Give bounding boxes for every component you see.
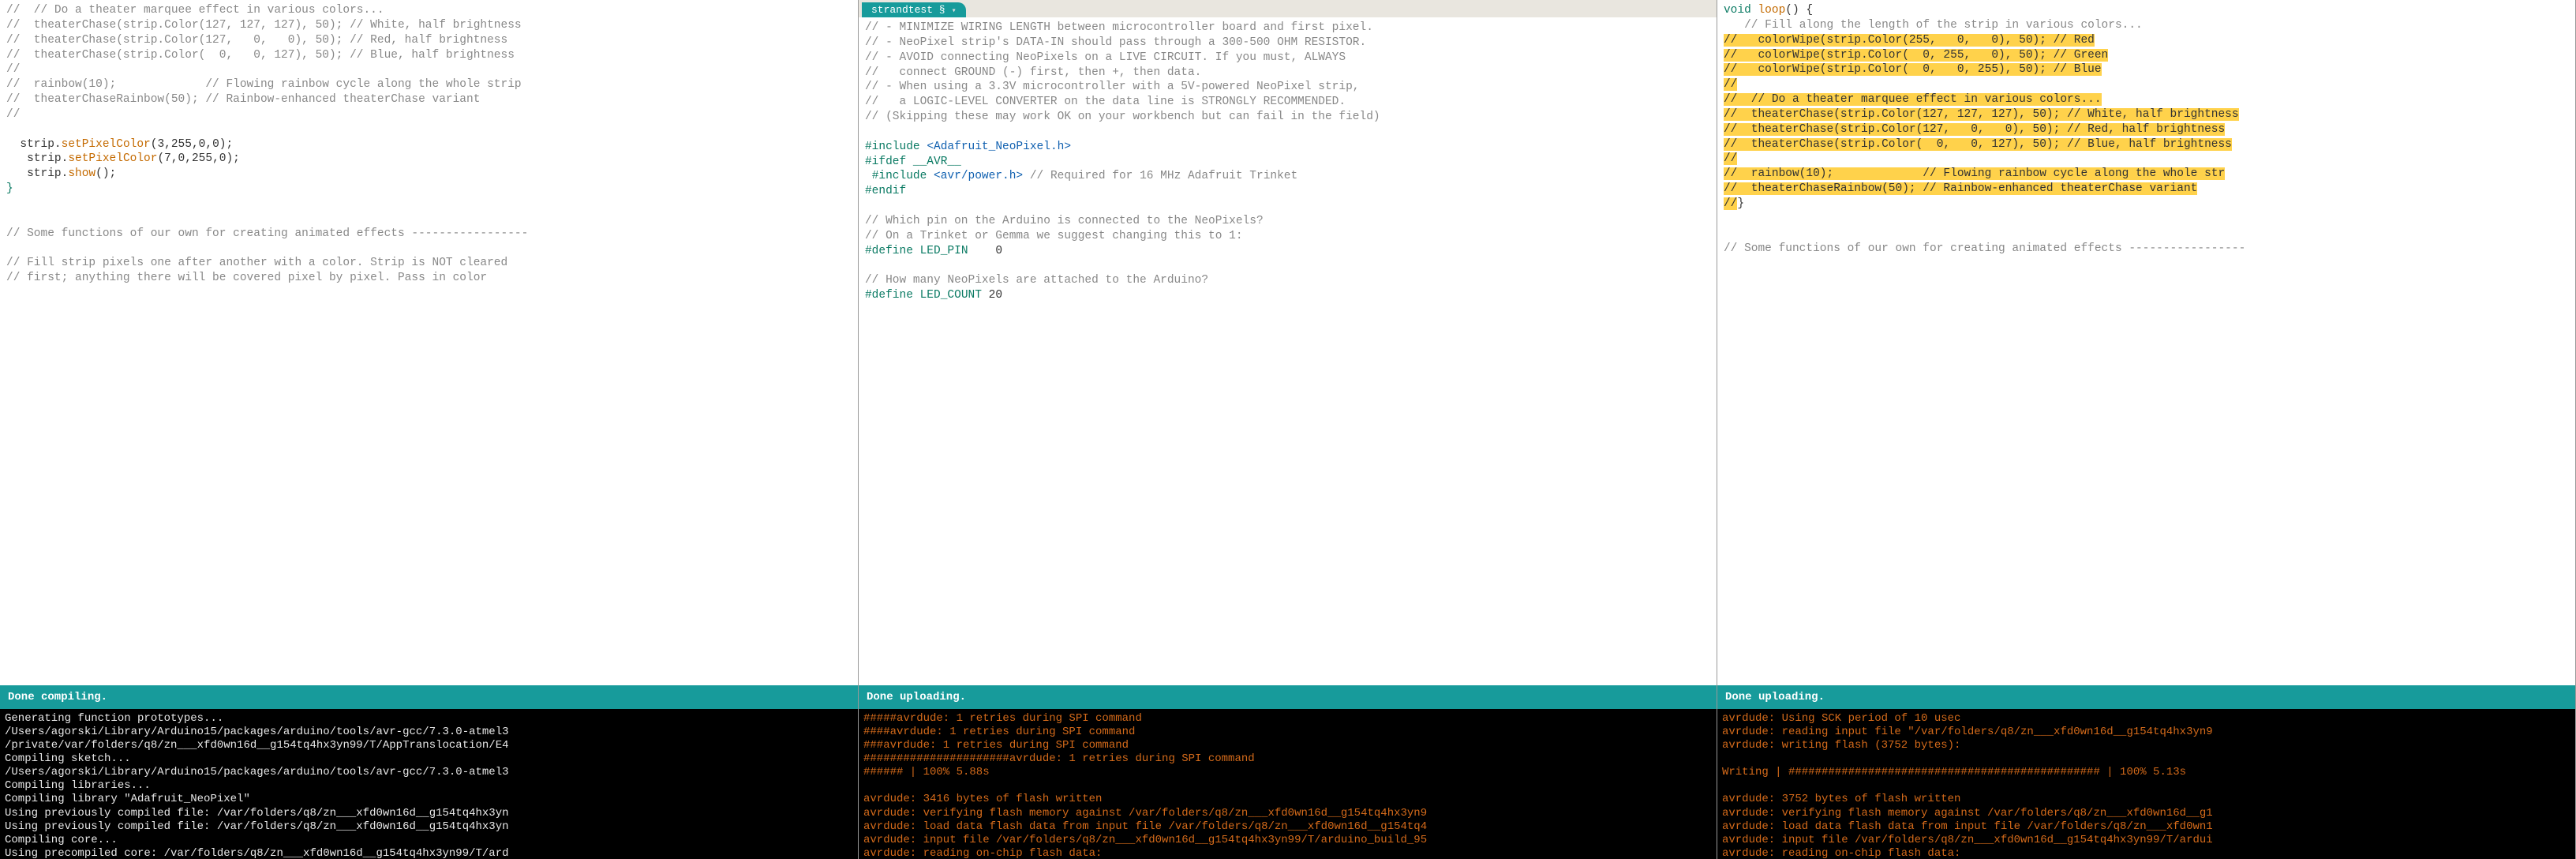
code-editor[interactable]: // // Do a theater marquee effect in var… bbox=[0, 0, 858, 685]
arduino-ide-window-2: void loop() { // Fill along the length o… bbox=[1717, 0, 2576, 859]
status-bar: Done uploading. bbox=[1717, 685, 2575, 709]
tab-strandtest[interactable]: strandtest § bbox=[862, 2, 966, 17]
arduino-ide-window-0: // // Do a theater marquee effect in var… bbox=[0, 0, 859, 859]
tab-bar: strandtest § bbox=[859, 0, 1717, 17]
output-console[interactable]: avrdude: Using SCK period of 10 usec avr… bbox=[1717, 709, 2575, 859]
status-bar: Done compiling. bbox=[0, 685, 858, 709]
output-console[interactable]: #####avrdude: 1 retries during SPI comma… bbox=[859, 709, 1717, 859]
output-console[interactable]: Generating function prototypes... /Users… bbox=[0, 709, 858, 859]
status-bar: Done uploading. bbox=[859, 685, 1717, 709]
code-editor[interactable]: void loop() { // Fill along the length o… bbox=[1717, 0, 2575, 685]
arduino-ide-window-1: strandtest § // - MINIMIZE WIRING LENGTH… bbox=[859, 0, 1717, 859]
code-editor[interactable]: // - MINIMIZE WIRING LENGTH between micr… bbox=[859, 17, 1717, 685]
